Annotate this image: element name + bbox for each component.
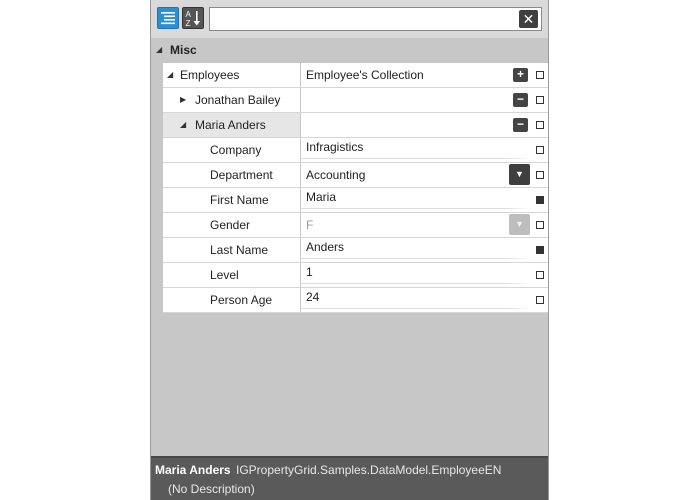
description-title: Maria Anders xyxy=(155,463,231,477)
property-name-cell: Gender xyxy=(163,213,301,237)
property-row-level[interactable]: Level 1 xyxy=(163,263,548,288)
categorized-view-button[interactable] xyxy=(157,7,179,29)
property-name-cell: Level xyxy=(163,263,301,287)
property-value-editor[interactable]: Anders xyxy=(301,238,530,262)
property-value: Employee's Collection xyxy=(306,68,424,82)
alphabetical-view-button[interactable]: A Z xyxy=(182,7,204,29)
property-value-editor[interactable]: Infragistics xyxy=(301,138,530,162)
property-checkbox[interactable] xyxy=(536,271,544,279)
remove-item-button[interactable]: − xyxy=(513,93,528,107)
property-name-cell: Company xyxy=(163,138,301,162)
property-name-cell: Person Age xyxy=(163,288,301,312)
property-value: F xyxy=(306,218,314,232)
property-value: Anders xyxy=(306,240,345,254)
property-value: Maria xyxy=(306,190,337,204)
property-name-cell: First Name xyxy=(163,188,301,212)
property-name: Maria Anders xyxy=(195,118,266,132)
property-value-combobox: F ▼ xyxy=(301,213,530,237)
property-value: 24 xyxy=(306,290,320,304)
property-name: Person Age xyxy=(210,293,273,307)
expand-triangle-icon[interactable]: ▶ xyxy=(180,88,186,112)
remove-item-button[interactable]: − xyxy=(513,118,528,132)
property-checkbox[interactable] xyxy=(536,246,544,254)
dropdown-arrow-button: ▼ xyxy=(509,214,530,235)
property-name-cell: ◢ Maria Anders xyxy=(163,113,301,137)
property-checkbox[interactable] xyxy=(536,221,544,229)
property-value-cell: − xyxy=(301,113,530,137)
property-name: Jonathan Bailey xyxy=(195,93,281,107)
property-value-combobox[interactable]: Accounting ▼ xyxy=(301,163,530,187)
dropdown-arrow-button[interactable]: ▼ xyxy=(509,164,530,185)
property-grid: A Z ✕ ◢ Misc ◢ Employees Employee's Coll… xyxy=(150,0,549,500)
property-row-jonathan-bailey[interactable]: ▶ Jonathan Bailey − xyxy=(163,88,548,113)
property-grid-body: ◢ Misc ◢ Employees Employee's Collection… xyxy=(151,38,548,456)
property-name-cell: ◢ Employees xyxy=(163,63,301,87)
property-checkbox[interactable] xyxy=(536,71,544,79)
collapse-triangle-icon[interactable]: ◢ xyxy=(156,38,162,62)
property-name: Last Name xyxy=(210,243,269,257)
property-name: Level xyxy=(210,268,239,282)
category-label: Misc xyxy=(170,43,197,57)
property-value-cell: − xyxy=(301,88,530,112)
property-checkbox[interactable] xyxy=(536,96,544,104)
property-name-cell: Department xyxy=(163,163,301,187)
collapse-triangle-icon[interactable]: ◢ xyxy=(180,113,186,137)
property-row-last-name[interactable]: Last Name Anders xyxy=(163,238,548,263)
categorized-list-icon xyxy=(161,12,175,25)
description-panel: Maria Anders IGPropertyGrid.Samples.Data… xyxy=(151,456,548,500)
property-grid-toolbar: A Z ✕ xyxy=(151,0,548,38)
sort-az-icon-z: Z xyxy=(186,19,191,28)
search-box[interactable]: ✕ xyxy=(209,7,542,31)
category-header-misc[interactable]: ◢ Misc xyxy=(151,38,548,62)
property-name: Employees xyxy=(180,68,240,82)
property-value: Accounting xyxy=(306,168,366,182)
property-checkbox[interactable] xyxy=(536,296,544,304)
property-row-person-age[interactable]: Person Age 24 xyxy=(163,288,548,313)
property-row-company[interactable]: Company Infragistics xyxy=(163,138,548,163)
sort-az-icon-a: A xyxy=(186,10,192,19)
property-checkbox[interactable] xyxy=(536,171,544,179)
description-type: IGPropertyGrid.Samples.DataModel.Employe… xyxy=(236,463,502,477)
collapse-triangle-icon[interactable]: ◢ xyxy=(167,63,173,87)
description-text: (No Description) xyxy=(168,482,255,496)
property-row-employees[interactable]: ◢ Employees Employee's Collection + xyxy=(163,63,548,88)
close-icon: ✕ xyxy=(522,11,535,27)
property-value: 1 xyxy=(306,265,313,279)
property-name: First Name xyxy=(210,193,269,207)
property-value-cell: Employee's Collection + xyxy=(301,63,530,87)
search-input[interactable] xyxy=(214,9,518,31)
property-value-editor[interactable]: 1 xyxy=(301,263,530,287)
property-row-gender[interactable]: Gender F ▼ xyxy=(163,213,548,238)
property-value: Infragistics xyxy=(306,140,364,154)
sort-az-icon: A Z xyxy=(186,10,200,28)
property-name-cell: Last Name xyxy=(163,238,301,262)
property-checkbox[interactable] xyxy=(536,196,544,204)
property-name: Company xyxy=(210,143,262,157)
add-item-button[interactable]: + xyxy=(513,68,528,82)
property-name: Department xyxy=(210,168,273,182)
property-value-editor[interactable]: 24 xyxy=(301,288,530,312)
property-name-cell: ▶ Jonathan Bailey xyxy=(163,88,301,112)
property-name: Gender xyxy=(210,218,251,232)
property-rows: ◢ Employees Employee's Collection + ▶ Jo… xyxy=(163,63,548,313)
property-checkbox[interactable] xyxy=(536,121,544,129)
property-value-editor[interactable]: Maria xyxy=(301,188,530,212)
property-row-first-name[interactable]: First Name Maria xyxy=(163,188,548,213)
property-checkbox[interactable] xyxy=(536,146,544,154)
clear-search-button[interactable]: ✕ xyxy=(519,10,538,28)
property-row-department[interactable]: Department Accounting ▼ xyxy=(163,163,548,188)
